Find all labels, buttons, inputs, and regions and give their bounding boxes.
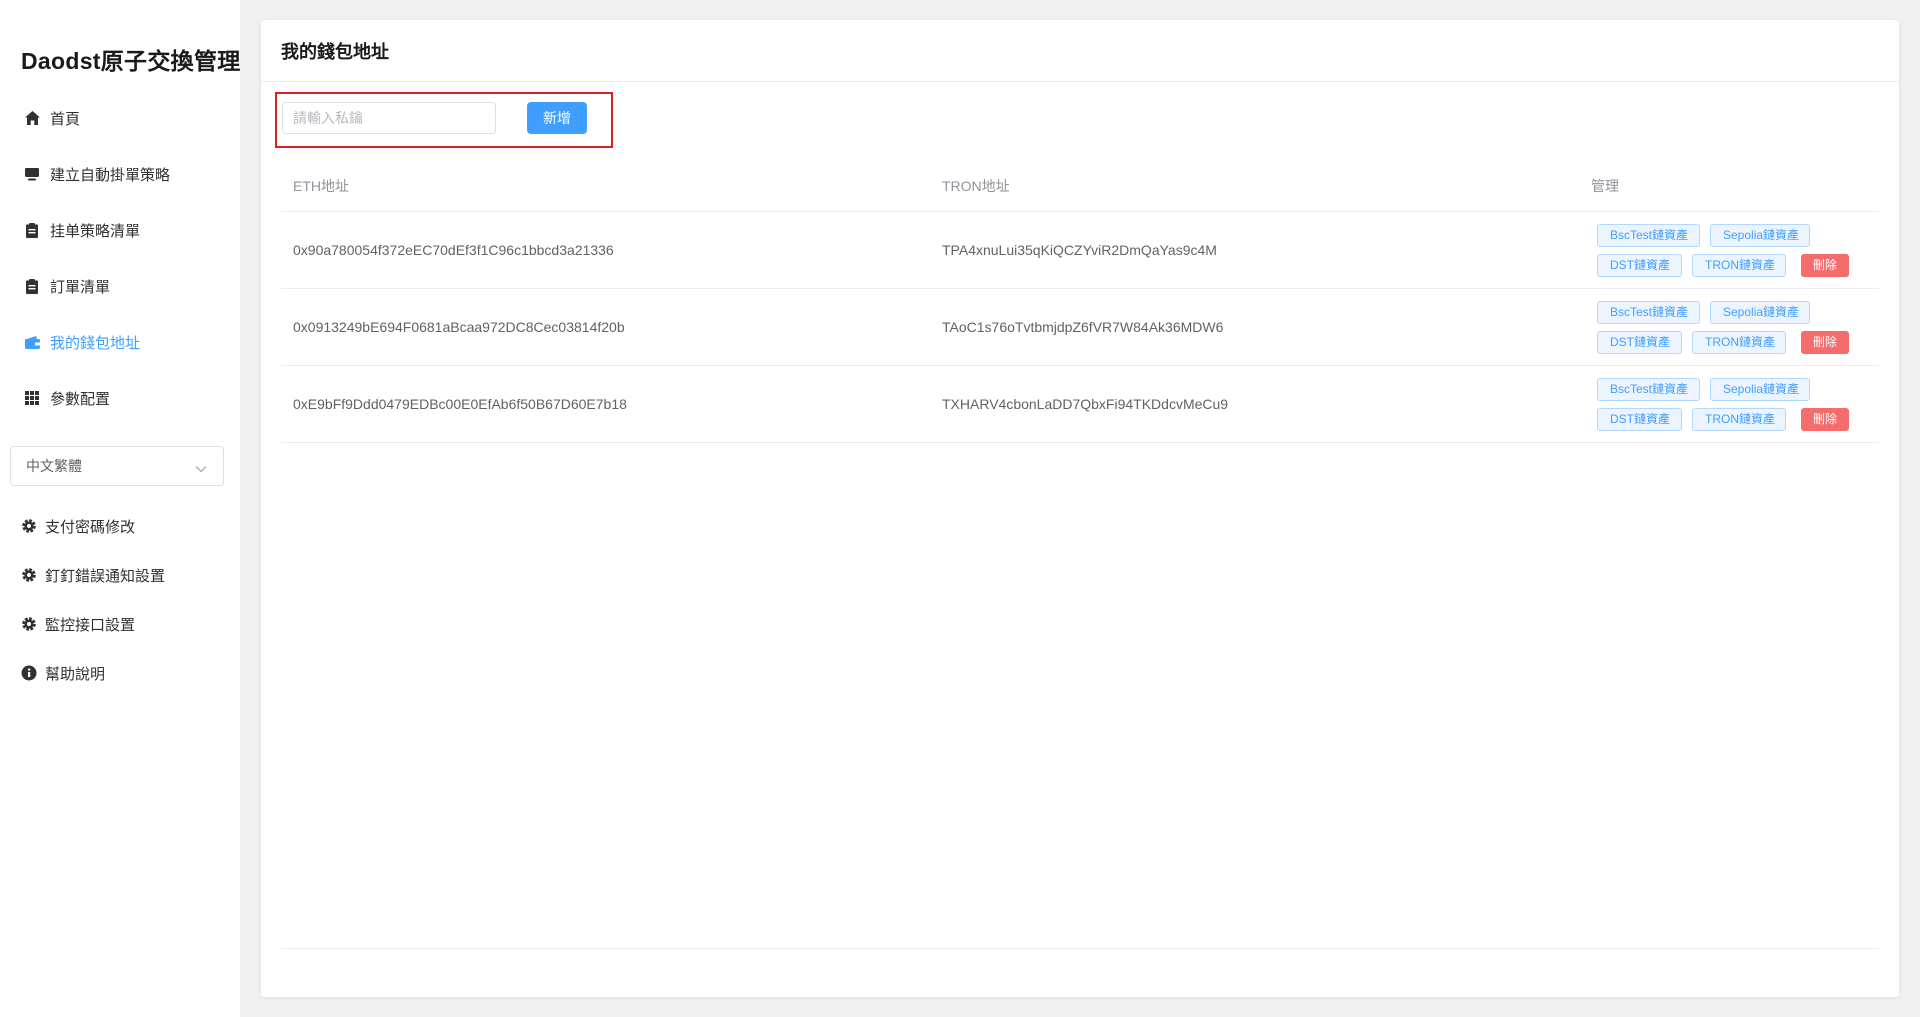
nav-label: 參數配置: [50, 390, 111, 408]
dst-assets-button[interactable]: DST鏈資產: [1597, 331, 1682, 354]
nav-item-order-list[interactable]: 訂單清單: [24, 274, 110, 298]
row-actions: BscTest鏈資產 Sepolia鏈資產 DST鏈資產 TRON鏈資產 刪除: [1597, 301, 1877, 355]
delete-button[interactable]: 刪除: [1801, 408, 1849, 431]
row-actions: BscTest鏈資產 Sepolia鏈資產 DST鏈資產 TRON鏈資產 刪除: [1597, 224, 1877, 278]
app-title: Daodst原子交換管理: [21, 48, 241, 74]
gear-icon: [21, 518, 37, 534]
eth-address: 0x90a780054f372eEC70dEf3f1C96c1bbcd3a213…: [293, 242, 614, 258]
delete-button[interactable]: 刪除: [1801, 254, 1849, 277]
monitor-icon: [24, 166, 40, 182]
bsc-assets-button[interactable]: BscTest鏈資產: [1597, 301, 1700, 324]
nav-item-dingtalk-settings[interactable]: 釘釘錯誤通知設置: [21, 563, 165, 587]
nav-label: 建立自動掛單策略: [50, 166, 171, 184]
nav-item-parameters[interactable]: 參數配置: [24, 386, 110, 410]
nav-label: 首頁: [50, 110, 81, 128]
nav-item-strategy-list[interactable]: 挂单策略清單: [24, 218, 140, 242]
tron-assets-button[interactable]: TRON鏈資產: [1692, 408, 1786, 431]
gear-icon: [21, 616, 37, 632]
nav-item-payment-password[interactable]: 支付密碼修改: [21, 514, 135, 538]
dst-assets-button[interactable]: DST鏈資產: [1597, 254, 1682, 277]
row-actions: BscTest鏈資產 Sepolia鏈資產 DST鏈資產 TRON鏈資產 刪除: [1597, 378, 1877, 432]
sepolia-assets-button[interactable]: Sepolia鏈資產: [1710, 224, 1810, 247]
tron-address: TXHARV4cbonLaDD7QbxFi94TKDdcvMeCu9: [942, 396, 1229, 412]
nav-item-home[interactable]: 首頁: [24, 106, 80, 130]
language-value: 中文繁體: [26, 458, 82, 474]
nav-item-wallet[interactable]: 我的錢包地址: [24, 330, 140, 354]
column-header-manage: 管理: [1591, 178, 1619, 194]
info-icon: [21, 665, 37, 681]
sepolia-assets-button[interactable]: Sepolia鏈資產: [1710, 378, 1810, 401]
table-header: ETH地址 TRON地址 管理: [281, 158, 1879, 212]
eth-address: 0x0913249bE694F0681aBcaa972DC8Cec03814f2…: [293, 319, 625, 335]
nav-label: 幫助說明: [45, 665, 106, 683]
home-icon: [24, 110, 40, 126]
nav-item-monitor-api[interactable]: 監控接口設置: [21, 612, 135, 636]
nav-label: 監控接口設置: [45, 616, 136, 634]
chevron-down-icon: [195, 460, 207, 476]
eth-address: 0xE9bFf9Ddd0479EDBc00E0EfAb6f50B67D60E7b…: [293, 396, 627, 412]
add-button[interactable]: 新增: [527, 102, 587, 134]
sidebar: Daodst原子交換管理 首頁 建立自動掛單策略 挂单策略清單 訂單清單 我的錢…: [0, 0, 240, 1017]
nav-label: 挂单策略清單: [50, 222, 141, 240]
tron-address: TPA4xnuLui35qKiQCZYviR2DmQaYas9c4M: [942, 242, 1217, 258]
wallet-table: ETH地址 TRON地址 管理 0x90a780054f372eEC70dEf3…: [281, 158, 1879, 443]
table-bottom-divider: [281, 948, 1879, 949]
nav-item-help[interactable]: 幫助說明: [21, 661, 105, 685]
tron-address: TAoC1s76oTvtbmjdpZ6fVR7W84Ak36MDW6: [942, 319, 1224, 335]
language-select[interactable]: 中文繁體: [10, 446, 224, 486]
clipboard-icon: [24, 222, 40, 238]
sepolia-assets-button[interactable]: Sepolia鏈資產: [1710, 301, 1810, 324]
column-header-tron: TRON地址: [942, 178, 1010, 194]
delete-button[interactable]: 刪除: [1801, 331, 1849, 354]
clipboard-icon: [24, 278, 40, 294]
private-key-input[interactable]: [282, 102, 496, 134]
tron-assets-button[interactable]: TRON鏈資產: [1692, 254, 1786, 277]
nav-label: 支付密碼修改: [45, 518, 136, 536]
table-row: 0x0913249bE694F0681aBcaa972DC8Cec03814f2…: [281, 289, 1879, 366]
column-header-eth: ETH地址: [293, 178, 349, 194]
nav-label: 訂單清單: [50, 278, 111, 296]
table-row: 0xE9bFf9Ddd0479EDBc00E0EfAb6f50B67D60E7b…: [281, 366, 1879, 443]
table-row: 0x90a780054f372eEC70dEf3f1C96c1bbcd3a213…: [281, 212, 1879, 289]
gear-icon: [21, 567, 37, 583]
nav-label: 我的錢包地址: [50, 334, 141, 352]
dst-assets-button[interactable]: DST鏈資產: [1597, 408, 1682, 431]
bsc-assets-button[interactable]: BscTest鏈資產: [1597, 378, 1700, 401]
wallet-panel: 我的錢包地址 新增 ETH地址 TRON地址 管理 0x90a780054f37…: [261, 20, 1899, 997]
wallet-icon: [24, 334, 40, 350]
grid-icon: [24, 390, 40, 406]
nav-item-create-strategy[interactable]: 建立自動掛單策略: [24, 162, 170, 186]
page-title: 我的錢包地址: [261, 20, 1899, 82]
bsc-assets-button[interactable]: BscTest鏈資產: [1597, 224, 1700, 247]
nav-label: 釘釘錯誤通知設置: [45, 567, 166, 585]
tron-assets-button[interactable]: TRON鏈資產: [1692, 331, 1786, 354]
